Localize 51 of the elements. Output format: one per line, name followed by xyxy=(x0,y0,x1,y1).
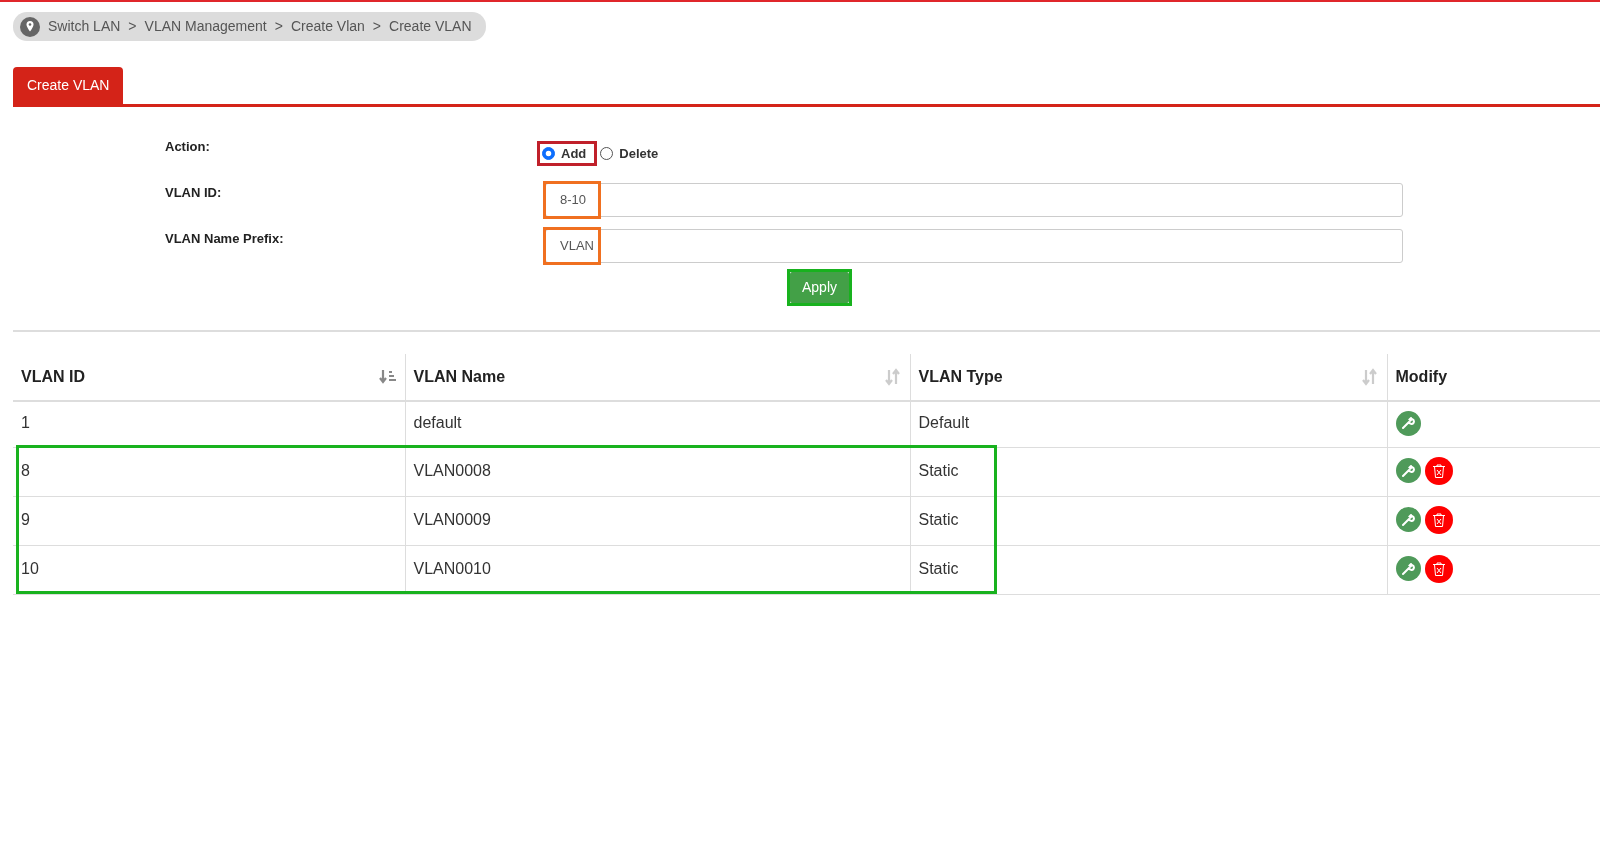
breadcrumb-separator: > xyxy=(128,17,137,36)
sort-icon[interactable] xyxy=(378,367,397,386)
trash-icon xyxy=(1430,560,1447,577)
highlight-frame xyxy=(787,268,853,306)
wrench-icon xyxy=(1401,463,1415,478)
table-cell: 9 xyxy=(13,496,405,545)
delete-button[interactable] xyxy=(1424,505,1453,534)
column-header[interactable]: VLAN Type xyxy=(918,365,1003,388)
highlight-frame xyxy=(537,140,597,167)
wrench-icon xyxy=(1401,512,1415,527)
table-cell: default xyxy=(405,400,910,447)
table-cell: Static xyxy=(910,545,1387,594)
edit-button[interactable] xyxy=(1395,458,1421,483)
table-cell: VLAN0008 xyxy=(405,447,910,496)
field-label: Action: xyxy=(165,137,211,156)
trash-icon xyxy=(1430,462,1447,479)
tab[interactable]: Create VLAN xyxy=(13,66,124,104)
breadcrumb-link[interactable]: VLAN Management xyxy=(144,16,267,37)
column-header[interactable]: VLAN Name xyxy=(413,365,506,388)
radio-button[interactable] xyxy=(542,147,555,160)
table-cell: VLAN0010 xyxy=(405,545,910,594)
edit-button[interactable] xyxy=(1395,410,1421,436)
radio-label: Delete xyxy=(619,144,659,163)
wrench-icon xyxy=(1401,561,1415,576)
table-cell: Static xyxy=(910,447,1387,496)
delete-button[interactable] xyxy=(1424,456,1453,485)
breadcrumb-link[interactable]: Create VLAN xyxy=(389,16,472,37)
table-cell: VLAN0009 xyxy=(405,496,910,545)
trash-icon xyxy=(1430,511,1447,528)
breadcrumb-separator: > xyxy=(274,17,283,36)
delete-button[interactable] xyxy=(1424,554,1453,583)
location-pin-icon xyxy=(20,16,40,37)
wrench-icon xyxy=(1401,416,1415,430)
radio-button[interactable] xyxy=(600,147,614,160)
table-cell: 1 xyxy=(13,400,405,447)
table-cell: 8 xyxy=(13,447,405,496)
table-cell: Default xyxy=(910,400,1387,447)
breadcrumb-separator: > xyxy=(372,17,382,36)
breadcrumb-link[interactable]: Create Vlan xyxy=(290,16,365,37)
field-label: VLAN ID: xyxy=(165,183,223,202)
breadcrumb-link[interactable]: Switch LAN xyxy=(48,16,121,37)
table-cell: 10 xyxy=(13,545,405,594)
column-header[interactable]: Modify xyxy=(1395,365,1448,388)
edit-button[interactable] xyxy=(1395,507,1421,532)
table-cell: Static xyxy=(910,496,1387,545)
field-label: VLAN Name Prefix: xyxy=(165,229,285,248)
edit-button[interactable] xyxy=(1395,556,1421,581)
radio-label: Add xyxy=(561,144,587,163)
vlan-id-field[interactable]: 8-10 xyxy=(545,182,1403,217)
column-header[interactable]: VLAN ID xyxy=(21,365,85,388)
name-prefix-field[interactable]: VLAN xyxy=(545,228,1403,263)
